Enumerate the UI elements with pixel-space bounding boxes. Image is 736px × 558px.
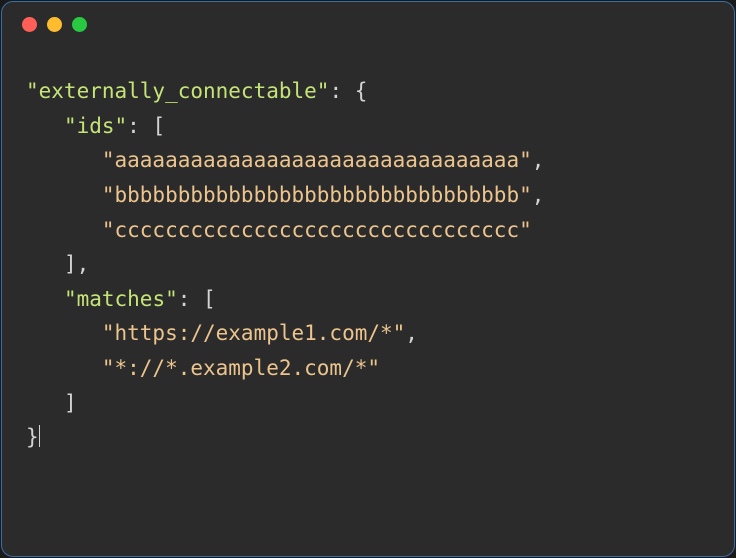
maximize-icon[interactable] bbox=[72, 17, 87, 32]
text-cursor bbox=[39, 425, 40, 447]
punct: , bbox=[405, 321, 418, 345]
json-string: "cccccccccccccccccccccccccccccccc" bbox=[102, 218, 532, 242]
punct: , bbox=[532, 183, 545, 207]
code-window: "externally_connectable": { "ids": [ "aa… bbox=[1, 1, 735, 557]
json-key: "externally_connectable" bbox=[26, 79, 329, 103]
punct: : { bbox=[329, 79, 367, 103]
punct: , bbox=[532, 148, 545, 172]
close-icon[interactable] bbox=[22, 17, 37, 32]
punct: } bbox=[26, 425, 39, 449]
json-string: "aaaaaaaaaaaaaaaaaaaaaaaaaaaaaaaa" bbox=[102, 148, 532, 172]
json-string: "bbbbbbbbbbbbbbbbbbbbbbbbbbbbbbbb" bbox=[102, 183, 532, 207]
minimize-icon[interactable] bbox=[47, 17, 62, 32]
punct: : [ bbox=[127, 114, 165, 138]
punct: ], bbox=[64, 252, 89, 276]
punct: : [ bbox=[178, 287, 216, 311]
code-block: "externally_connectable": { "ids": [ "aa… bbox=[2, 46, 734, 479]
json-string: "*://*.example2.com/*" bbox=[102, 356, 380, 380]
json-string: "https://example1.com/*" bbox=[102, 321, 405, 345]
json-key: "matches" bbox=[64, 287, 178, 311]
punct: ] bbox=[64, 391, 77, 415]
window-titlebar bbox=[2, 2, 734, 46]
json-key: "ids" bbox=[64, 114, 127, 138]
